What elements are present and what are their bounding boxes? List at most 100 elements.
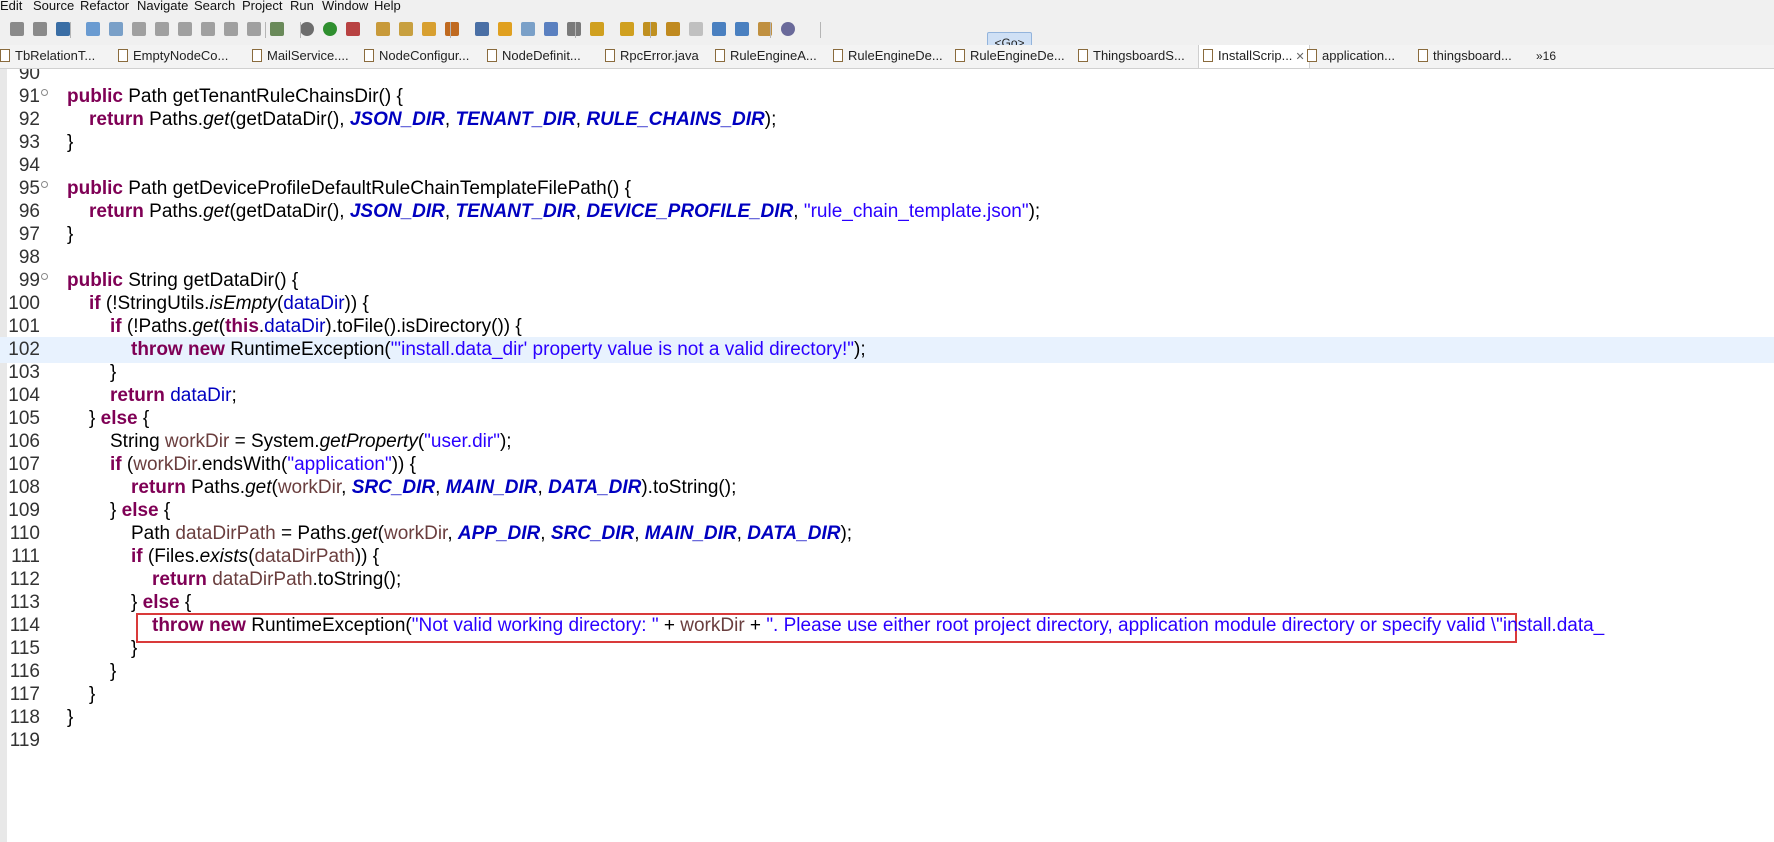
step-over-icon[interactable]: [201, 22, 215, 36]
toggle-mark-occurrences-icon[interactable]: [475, 22, 489, 36]
fold-icon[interactable]: [41, 89, 48, 96]
code-token: JSON_DIR: [349, 201, 445, 222]
menu-project[interactable]: Project: [242, 0, 282, 13]
tab-3[interactable]: MailService....: [252, 45, 349, 68]
tab-label: MailService....: [267, 48, 349, 63]
code-token: Path getDeviceProfileDefaultRuleChainTem…: [122, 178, 631, 199]
code-token: }: [110, 500, 122, 521]
menu-source[interactable]: Source: [33, 0, 74, 13]
file-icon: [833, 49, 843, 62]
code-token: {: [404, 454, 416, 475]
tab-8[interactable]: RuleEngineDe...: [833, 45, 943, 68]
menu-navigate[interactable]: Navigate: [137, 0, 188, 13]
save-all-icon[interactable]: [33, 22, 47, 36]
fold-icon[interactable]: [41, 181, 48, 188]
tab-11[interactable]: InstallScrip... ✕: [1198, 45, 1310, 68]
tab-13[interactable]: thingsboard...: [1418, 45, 1512, 68]
tab-6[interactable]: RpcError.java: [605, 45, 699, 68]
toolbar-separator: [300, 22, 301, 38]
run-icon[interactable]: [323, 22, 337, 36]
tab-5[interactable]: NodeDefinit...: [487, 45, 581, 68]
disconnect-icon[interactable]: [155, 22, 169, 36]
block-selection-icon[interactable]: [544, 22, 558, 36]
code-editor[interactable]: 90 91 public Path getTenantRuleChainsDir()…: [0, 69, 1774, 842]
suspend-icon[interactable]: [109, 22, 123, 36]
code-token: ,: [537, 477, 549, 498]
code-token: .toString();: [312, 569, 402, 590]
code-token: workDir: [164, 431, 230, 452]
maximize-icon[interactable]: [735, 22, 749, 36]
close-icon[interactable]: ✕: [1292, 51, 1304, 63]
code-token: (getDataDir(),: [229, 201, 350, 222]
file-icon: [715, 49, 725, 62]
tab-label: RuleEngineDe...: [848, 48, 943, 63]
code-token: (!Paths.: [121, 316, 193, 337]
back-icon[interactable]: [666, 22, 680, 36]
tab-10[interactable]: ThingsboardS...: [1078, 45, 1185, 68]
menu-refactor[interactable]: Refactor: [80, 0, 129, 13]
tab-4[interactable]: NodeConfigur...: [364, 45, 469, 68]
code-token: SRC_DIR: [351, 477, 436, 498]
code-token: this: [225, 316, 259, 337]
menu-search[interactable]: Search: [194, 0, 235, 13]
code-token: Path getTenantRuleChainsDir() {: [122, 86, 403, 107]
file-icon: [605, 49, 615, 62]
pin-editor-icon[interactable]: [712, 22, 726, 36]
show-whitespace-icon[interactable]: [567, 22, 581, 36]
code-token: throw: [152, 615, 204, 636]
code-token: "rule_chain_template.json": [803, 201, 1029, 222]
code-token: }: [89, 684, 96, 705]
code-token: workDir: [680, 615, 745, 636]
code-token: Path: [131, 523, 176, 544]
tab-2[interactable]: EmptyNodeCo...: [118, 45, 228, 68]
code-token: get: [203, 109, 230, 130]
coverage-icon[interactable]: [346, 22, 360, 36]
open-type-icon[interactable]: [399, 22, 413, 36]
tab-overflow-button[interactable]: »16: [1536, 45, 1556, 68]
code-token: ,: [444, 109, 456, 130]
prev-annotation-icon[interactable]: [620, 22, 634, 36]
tab-9[interactable]: RuleEngineDe...: [955, 45, 1065, 68]
debug-perspective-icon[interactable]: [781, 22, 795, 36]
menu-window[interactable]: Window: [322, 0, 368, 13]
code-line[interactable]: 119: [0, 728, 1774, 754]
drop-to-frame-icon[interactable]: [247, 22, 261, 36]
tab-label: InstallScrip...: [1218, 48, 1293, 63]
file-icon: [1418, 49, 1428, 62]
menu-edit[interactable]: Edit: [0, 0, 22, 13]
menu-run[interactable]: Run: [290, 0, 314, 13]
code-token: get: [351, 523, 378, 544]
code-token: }: [131, 592, 143, 613]
tab-1[interactable]: TbRelationT...: [0, 45, 95, 68]
debug-icon[interactable]: [300, 22, 314, 36]
menu-help[interactable]: Help: [374, 0, 401, 13]
next-annotation-icon[interactable]: [590, 22, 604, 36]
step-into-icon[interactable]: [178, 22, 192, 36]
code-token: SRC_DIR: [550, 523, 635, 544]
tab-7[interactable]: RuleEngineA...: [715, 45, 817, 68]
code-token: MAIN_DIR: [644, 523, 737, 544]
fold-icon[interactable]: [41, 273, 48, 280]
code-token: else: [100, 408, 138, 429]
step-return-icon[interactable]: [224, 22, 238, 36]
code-token: if: [110, 316, 122, 337]
code-token: {: [367, 546, 380, 567]
tab-12[interactable]: application...: [1307, 45, 1395, 68]
console-icon[interactable]: [56, 22, 70, 36]
open-task-icon[interactable]: [422, 22, 436, 36]
code-token: exists: [199, 546, 249, 567]
toolbar-separator: [820, 22, 821, 38]
toggle-highlight-icon[interactable]: [498, 22, 512, 36]
code-token: dataDirPath: [254, 546, 355, 567]
save-icon[interactable]: [10, 22, 24, 36]
file-icon: [118, 49, 128, 62]
new-project-icon[interactable]: [376, 22, 390, 36]
use-step-filters-icon[interactable]: [270, 22, 284, 36]
forward-icon[interactable]: [689, 22, 703, 36]
code-token: }: [110, 362, 117, 383]
resume-icon[interactable]: [86, 22, 100, 36]
code-token: }: [67, 707, 74, 728]
toggle-breadcrumb-icon[interactable]: [521, 22, 535, 36]
terminate-icon[interactable]: [132, 22, 146, 36]
search-icon[interactable]: [445, 22, 459, 36]
